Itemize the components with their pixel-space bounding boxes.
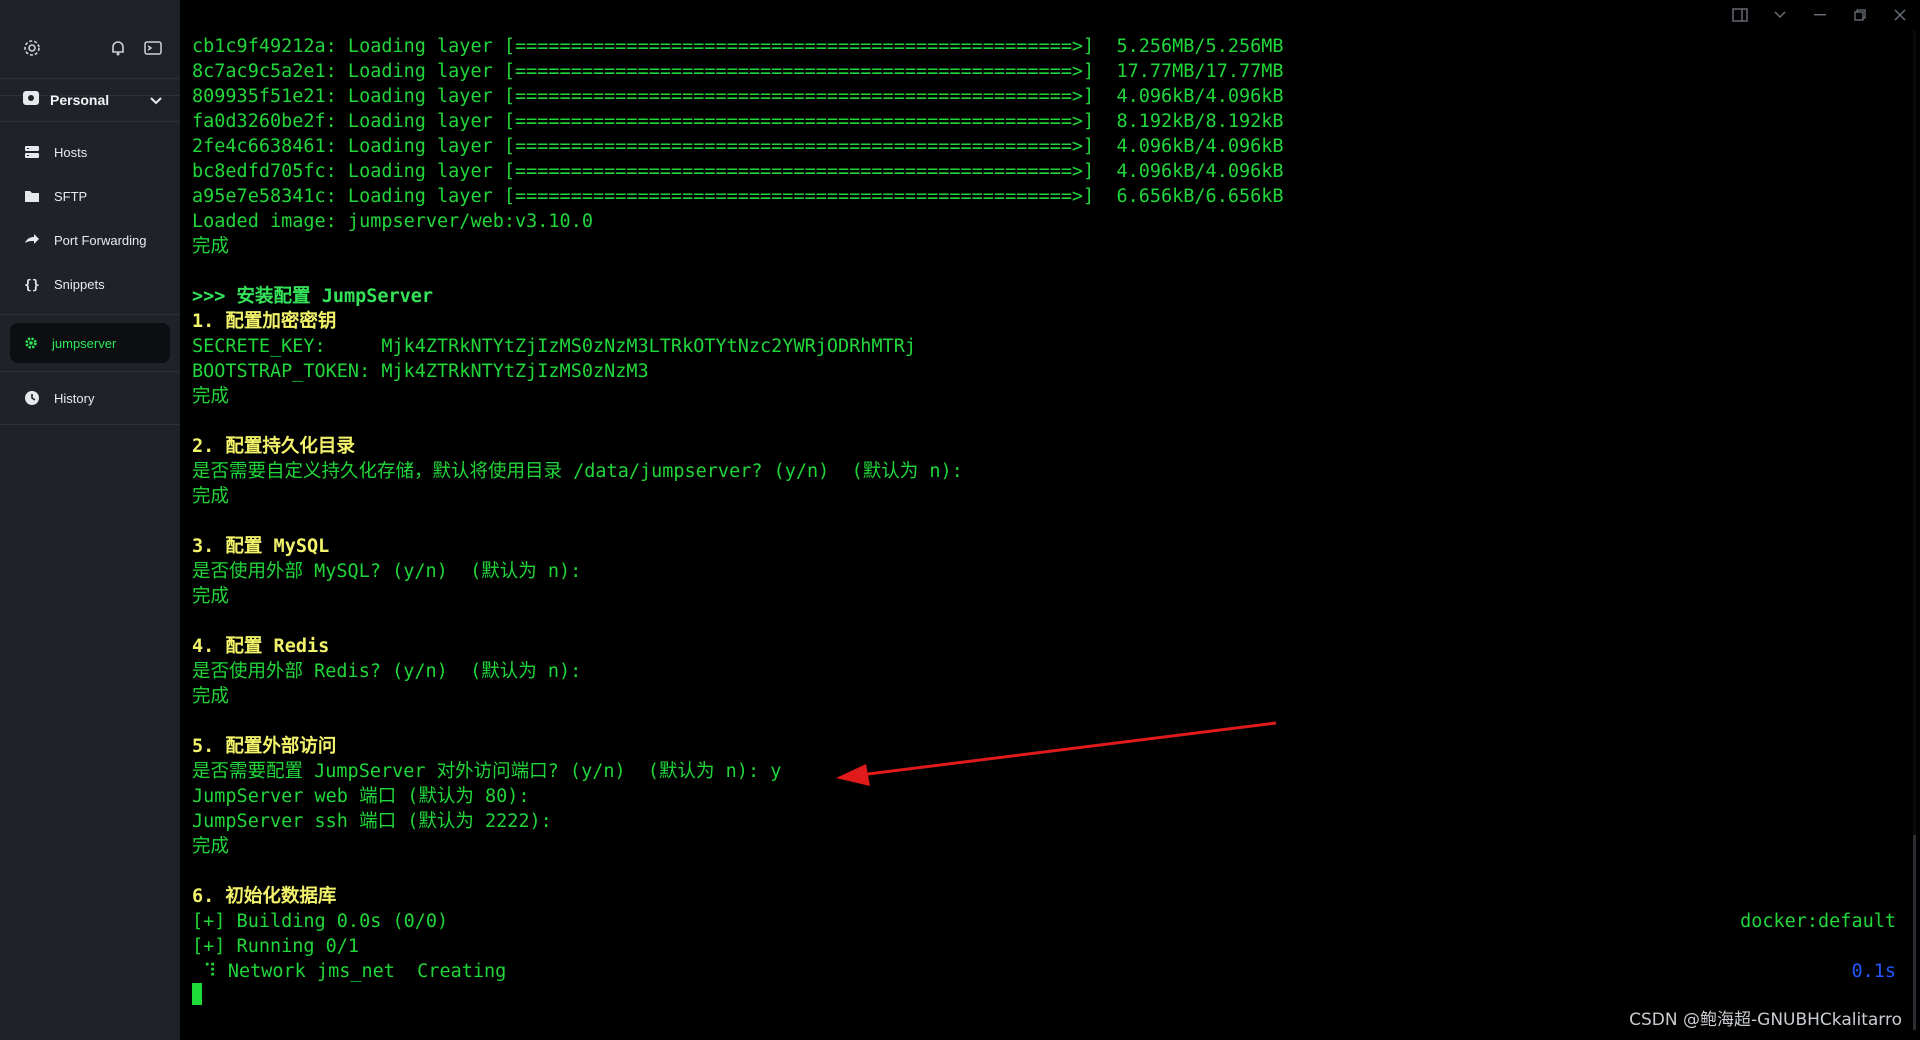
scrollbar-thumb[interactable] (1913, 835, 1916, 1030)
terminal-line: 完成 (192, 236, 230, 257)
close-icon[interactable] (1880, 0, 1920, 30)
session-label: jumpserver (52, 335, 117, 351)
sidebar-item-history[interactable]: History (0, 376, 180, 420)
terminal-cursor (192, 983, 202, 1005)
chevron-down-icon (146, 90, 166, 110)
folder-icon (25, 191, 39, 202)
forward-arrow-icon (25, 234, 39, 244)
terminal-line: cb1c9f49212a: Loading layer [===========… (192, 36, 1284, 57)
sidebar-item-hosts[interactable]: Hosts (0, 130, 180, 174)
braces-icon: {} (24, 278, 40, 292)
watermark: CSDN @鲍海超-GNUBHCkalitarro (1629, 1010, 1902, 1030)
terminal-line: 5. 配置外部访问 (192, 736, 337, 757)
minimize-icon[interactable] (1800, 0, 1840, 30)
sidebar-item-sftp[interactable]: SFTP (0, 174, 180, 218)
terminal-pane[interactable]: cb1c9f49212a: Loading layer [===========… (180, 0, 1920, 1040)
terminal-line: 是否需要自定义持久化存储，默认将使用目录 /data/jumpserver? (… (192, 461, 963, 482)
sidebar: Personal Hosts SFTP Port Forwarding {} S… (0, 0, 180, 1040)
terminal-line: 2fe4c6638461: Loading layer [===========… (192, 136, 1284, 157)
docker-context-label: docker:default (1740, 911, 1896, 932)
terminal-line: 完成 (192, 586, 230, 607)
vault-icon (22, 89, 40, 112)
terminal-line: [+] Running 0/1 (192, 936, 360, 957)
terminal-icon[interactable] (143, 38, 163, 58)
terminal-line: [+] Building 0.0s (0/0) (192, 911, 449, 932)
sidebar-item-label: Hosts (54, 144, 88, 160)
terminal-line: 6. 初始化数据库 (192, 886, 337, 907)
sidebar-item-snippets[interactable]: {} Snippets (0, 262, 180, 306)
sidebar-item-label: Snippets (54, 276, 105, 292)
terminal-line: 完成 (192, 836, 230, 857)
gear-icon (25, 337, 37, 349)
sidebar-item-label: SFTP (54, 188, 88, 204)
session-tab-jumpserver[interactable]: jumpserver (10, 323, 170, 363)
sidebar-item-label: History (54, 390, 95, 406)
terminal-line: 1. 配置加密密钥 (192, 311, 337, 332)
window-controls (1720, 0, 1920, 30)
gear-icon[interactable] (22, 38, 42, 58)
sidebar-nav: Hosts SFTP Port Forwarding {} Snippets j… (0, 130, 180, 425)
sidebar-item-label: Port Forwarding (54, 232, 147, 248)
vault-selector[interactable]: Personal (0, 78, 180, 122)
terminal-line: bc8edfd705fc: Loading layer [===========… (192, 161, 1284, 182)
terminal-line: >>> 安装配置 JumpServer (192, 286, 434, 307)
terminal-line: 是否需要配置 JumpServer 对外访问端口? (y/n) (默认为 n):… (192, 761, 782, 782)
terminal-line: BOOTSTRAP_TOKEN: Mjk4ZTRkNTYtZjIzMS0zNzM… (192, 361, 649, 382)
terminal-line: 完成 (192, 386, 230, 407)
bell-icon[interactable] (108, 38, 128, 58)
terminal-line: 4. 配置 Redis (192, 636, 330, 657)
chevron-down-icon[interactable] (1760, 0, 1800, 30)
terminal-line: 是否使用外部 Redis? (y/n) (默认为 n): (192, 661, 582, 682)
hosts-icon (25, 146, 39, 158)
clock-icon (25, 391, 39, 405)
restore-icon[interactable] (1840, 0, 1880, 30)
terminal-line: 完成 (192, 486, 230, 507)
terminal-line: a95e7e58341c: Loading layer [===========… (192, 186, 1284, 207)
terminal-line: JumpServer ssh 端口 (默认为 2222): (192, 811, 552, 832)
sidebar-item-port-forwarding[interactable]: Port Forwarding (0, 218, 180, 262)
terminal-line: ⠹ Network jms_net Creating (192, 961, 507, 982)
terminal-line: SECRETE_KEY: Mjk4ZTRkNTYtZjIzMS0zNzM3LTR… (192, 336, 916, 357)
vault-label: Personal (50, 92, 110, 108)
terminal-line: fa0d3260be2f: Loading layer [===========… (192, 111, 1284, 132)
terminal-line: Loaded image: jumpserver/web:v3.10.0 (192, 211, 593, 232)
svg-text:{}: {} (24, 278, 40, 292)
terminal-line: 8c7ac9c5a2e1: Loading layer [===========… (192, 61, 1284, 82)
terminal-line: 完成 (192, 686, 230, 707)
terminal-output: cb1c9f49212a: Loading layer [===========… (192, 34, 1284, 984)
split-pane-icon[interactable] (1720, 0, 1760, 30)
terminal-line: 809935f51e21: Loading layer [===========… (192, 86, 1284, 107)
terminal-line: JumpServer web 端口 (默认为 80): (192, 786, 530, 807)
terminal-line: 是否使用外部 MySQL? (y/n) (默认为 n): (192, 561, 582, 582)
elapsed-time-label: 0.1s (1851, 961, 1896, 982)
terminal-line: 3. 配置 MySQL (192, 536, 330, 557)
terminal-line: 2. 配置持久化目录 (192, 436, 355, 457)
